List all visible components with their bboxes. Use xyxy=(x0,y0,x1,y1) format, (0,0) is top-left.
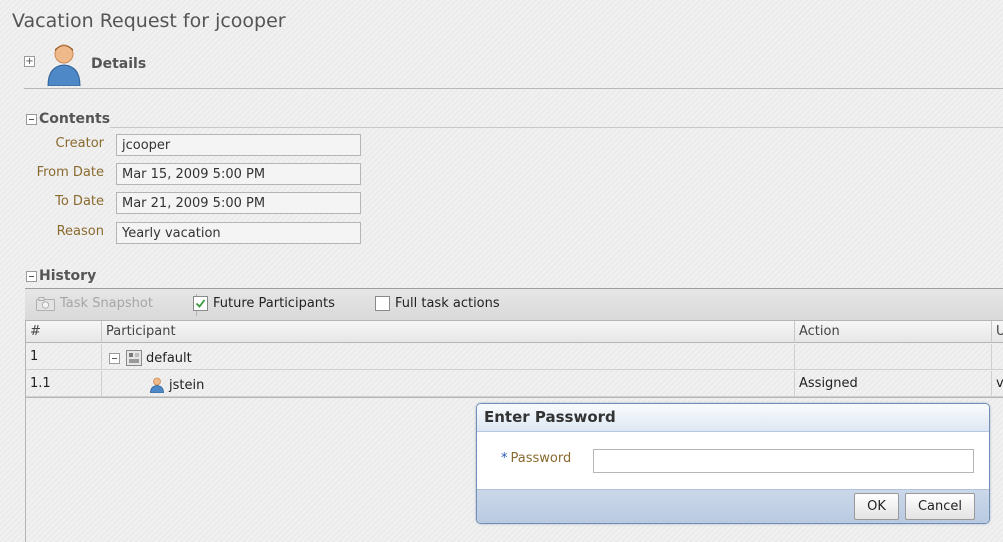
column-header-number[interactable]: # xyxy=(26,321,102,343)
reason-field: Yearly vacation xyxy=(116,222,361,244)
dialog-body: * Password xyxy=(477,432,989,489)
table-row[interactable]: 1.1 jstein Assigned v xyxy=(26,371,1003,397)
row-number: 1.1 xyxy=(26,371,102,397)
action-cell xyxy=(795,344,992,370)
details-section: + Details xyxy=(24,42,984,86)
to-date-label: To Date xyxy=(55,194,104,209)
creator-field: jcooper xyxy=(116,134,361,156)
participant-name: default xyxy=(146,350,192,366)
from-date-label: From Date xyxy=(36,165,104,180)
camera-icon xyxy=(36,296,55,311)
task-snapshot-button[interactable]: Task Snapshot xyxy=(36,296,153,311)
to-date-field: Mar 21, 2009 5:00 PM xyxy=(116,192,361,214)
future-participants-label: Future Participants xyxy=(213,296,335,311)
required-marker: * xyxy=(501,451,508,466)
participant-cell: default xyxy=(102,344,795,370)
task-snapshot-label: Task Snapshot xyxy=(60,296,153,311)
participant-name: jstein xyxy=(169,377,205,393)
cancel-button[interactable]: Cancel xyxy=(905,493,975,520)
dialog-title[interactable]: Enter Password xyxy=(477,404,989,432)
future-participants-checkbox[interactable]: Future Participants xyxy=(193,296,335,311)
divider xyxy=(24,88,1003,89)
full-task-actions-checkbox[interactable]: Full task actions xyxy=(375,296,500,311)
expand-details-icon[interactable]: + xyxy=(24,56,35,67)
contents-heading: Contents xyxy=(39,111,111,127)
reason-label: Reason xyxy=(56,224,104,239)
dialog-footer: OK Cancel xyxy=(477,489,989,523)
table-header: # Participant Action U xyxy=(26,321,1003,343)
column-header-action[interactable]: Action xyxy=(795,321,992,343)
history-header[interactable]: History xyxy=(26,268,96,284)
password-label: * Password xyxy=(501,451,571,466)
password-input[interactable] xyxy=(593,449,974,473)
full-task-actions-label: Full task actions xyxy=(395,296,500,311)
u-cell xyxy=(992,344,1003,370)
user-avatar-icon xyxy=(47,44,81,86)
creator-label: Creator xyxy=(55,136,105,151)
enter-password-dialog: Enter Password * Password OK Cancel xyxy=(476,403,990,524)
participant-cell: jstein xyxy=(102,371,795,397)
collapse-history-icon[interactable] xyxy=(26,270,37,282)
collapse-contents-icon[interactable] xyxy=(26,113,37,125)
group-icon xyxy=(126,350,142,366)
u-cell: v xyxy=(996,376,1003,391)
password-label-text: Password xyxy=(510,451,572,466)
action-cell: Assigned xyxy=(795,371,992,397)
row-number: 1 xyxy=(26,344,102,370)
collapse-row-icon[interactable] xyxy=(109,352,120,364)
checkbox-unchecked-icon[interactable] xyxy=(375,296,390,311)
checkbox-checked-icon[interactable] xyxy=(193,296,208,311)
column-header-u[interactable]: U xyxy=(992,321,1003,343)
column-header-participant[interactable]: Participant xyxy=(102,321,795,343)
ok-button[interactable]: OK xyxy=(854,493,899,520)
divider xyxy=(110,127,1003,128)
details-label: Details xyxy=(91,56,147,72)
contents-header[interactable]: Contents xyxy=(26,111,110,127)
table-row[interactable]: 1 default xyxy=(26,344,1003,370)
from-date-field: Mar 15, 2009 5:00 PM xyxy=(116,163,361,185)
user-icon xyxy=(150,377,164,393)
history-toolbar: Task Snapshot Future Participants Full t… xyxy=(25,288,1003,321)
history-heading: History xyxy=(39,268,97,284)
page-title: Vacation Request for jcooper xyxy=(12,10,286,32)
